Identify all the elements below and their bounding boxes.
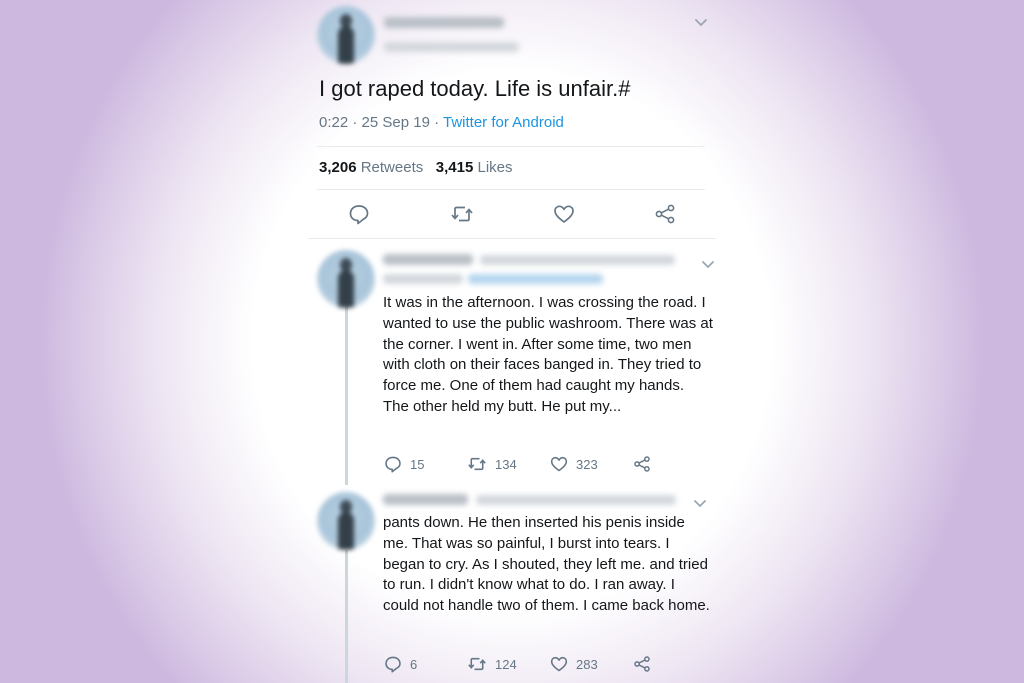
user-handle-blurred <box>476 495 676 505</box>
share-icon[interactable] <box>633 455 651 473</box>
user-handle-blurred <box>384 42 519 52</box>
avatar[interactable] <box>317 6 375 64</box>
reply-text: pants down. He then inserted his penis i… <box>383 514 710 615</box>
user-name-blurred[interactable] <box>384 17 504 28</box>
divider <box>317 146 705 147</box>
tweet-source-link[interactable]: Twitter for Android <box>443 114 564 131</box>
chevron-down-icon[interactable] <box>701 260 715 270</box>
tweet-time: 0:22 · 25 Sep 19 · <box>319 114 443 131</box>
thread-line <box>345 305 348 485</box>
divider <box>317 189 705 190</box>
like-count: 283 <box>576 657 598 672</box>
replying-to-blurred <box>383 274 463 284</box>
reply-icon[interactable] <box>348 203 370 225</box>
reply-icon[interactable] <box>384 655 402 673</box>
tweet-thread: I got raped today. Life is unfair.# 0:22… <box>300 0 724 683</box>
chevron-down-icon[interactable] <box>694 18 708 28</box>
user-name-blurred[interactable] <box>383 254 473 265</box>
retweets-stat[interactable]: 3,206 Retweets <box>319 159 423 176</box>
retweet-icon[interactable] <box>450 203 474 225</box>
like-icon[interactable] <box>550 455 568 473</box>
reply-text: It was in the afternoon. I was crossing … <box>383 294 713 415</box>
share-icon[interactable] <box>633 655 651 673</box>
reply-icon[interactable] <box>384 455 402 473</box>
divider <box>308 238 716 239</box>
user-handle-blurred <box>480 255 675 265</box>
likes-stat[interactable]: 3,415 Likes <box>436 159 513 176</box>
chevron-down-icon[interactable] <box>693 499 707 509</box>
retweet-icon[interactable] <box>467 455 487 473</box>
tweet-stats: 3,206 Retweets 3,415 Likes <box>319 159 513 176</box>
retweet-icon[interactable] <box>467 655 487 673</box>
tweet-text: I got raped today. Life is unfair.# <box>319 76 631 101</box>
like-icon[interactable] <box>553 203 575 225</box>
like-icon[interactable] <box>550 655 568 673</box>
avatar[interactable] <box>317 250 375 308</box>
reply-count: 15 <box>410 457 425 472</box>
retweet-count: 124 <box>495 657 517 672</box>
user-name-blurred[interactable] <box>383 494 468 505</box>
like-count: 323 <box>576 457 598 472</box>
avatar[interactable] <box>317 492 375 550</box>
retweet-count: 134 <box>495 457 517 472</box>
reply-count: 6 <box>410 657 418 672</box>
tweet-metadata: 0:22 · 25 Sep 19 · Twitter for Android <box>319 114 564 131</box>
thread-line <box>345 550 348 683</box>
share-icon[interactable] <box>654 203 676 225</box>
mention-link-blurred[interactable] <box>468 274 603 284</box>
